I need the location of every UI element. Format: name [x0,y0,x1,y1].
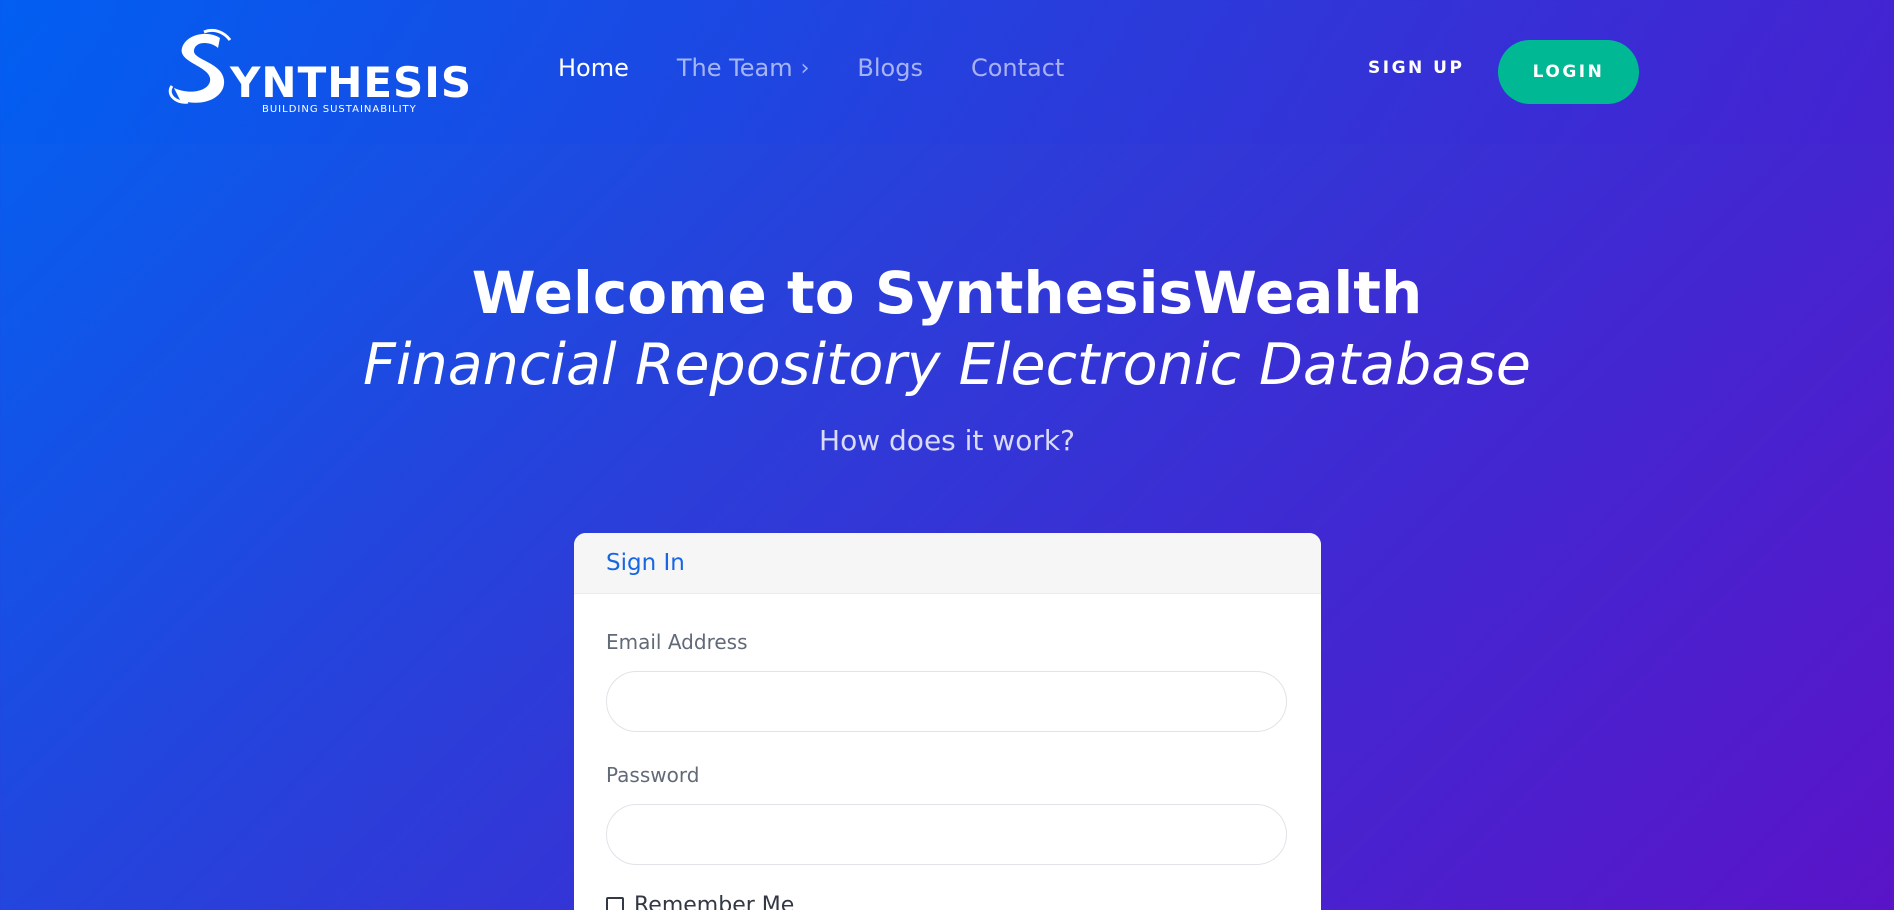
nav-item-the-team[interactable]: The Team › [677,54,810,82]
hero-subtitle: Financial Repository Electronic Database [363,332,1531,398]
nav-item-contact[interactable]: Contact [971,54,1064,82]
nav-item-the-team-label: The Team [676,54,793,82]
how-it-works-link[interactable]: How does it work? [0,424,1894,457]
login-button[interactable]: LOGIN [1498,40,1639,104]
sign-in-header: Sign In [574,533,1321,594]
hero-title: Welcome to SynthesisWealth [471,259,1423,327]
sign-up-link[interactable]: SIGN UP [1368,58,1464,78]
main-nav: Home The Team › Blogs Contact [558,54,1064,82]
password-label: Password [606,763,700,787]
password-field[interactable] [606,804,1287,865]
remember-me-checkbox[interactable] [606,896,624,910]
synthesis-logo[interactable]: YNTHESIS BUILDING SUSTAINABILITY [168,28,471,120]
remember-me-label: Remember Me [634,893,795,910]
chevron-right-icon: › [800,55,810,81]
logo-s-mark-icon [168,28,232,104]
sign-in-card: Sign In Email Address Password Remember … [574,533,1321,910]
email-label: Email Address [606,630,748,654]
nav-item-home[interactable]: Home [558,54,629,82]
logo-tagline: BUILDING SUSTAINABILITY [262,104,417,115]
logo-wordmark: YNTHESIS [230,58,473,107]
nav-item-blogs[interactable]: Blogs [857,54,923,82]
remember-me[interactable]: Remember Me [606,893,794,910]
email-field[interactable] [606,671,1287,732]
